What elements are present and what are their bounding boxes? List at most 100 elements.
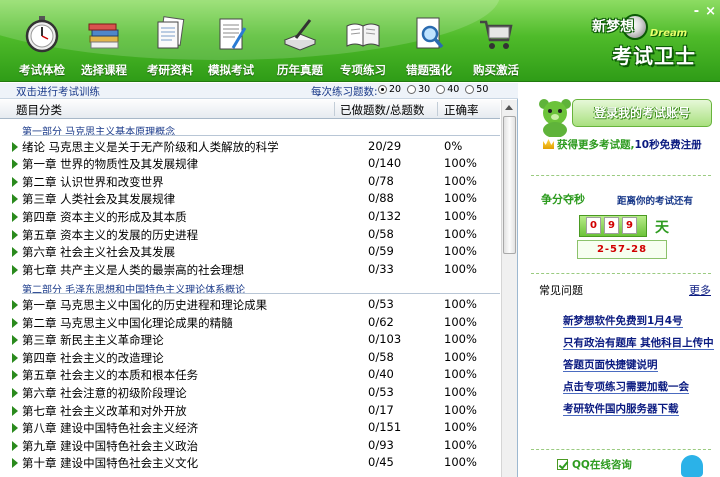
- toolbar-study-materials[interactable]: 考研资料: [137, 14, 203, 80]
- books-icon: [88, 23, 119, 49]
- column-header-category[interactable]: 题目分类: [16, 102, 62, 118]
- accuracy-rate: 100%: [444, 226, 477, 241]
- chapter-name: 第三章 人类社会及其发展规律: [22, 192, 176, 207]
- toolbar-label: 错题强化: [406, 63, 452, 77]
- column-header-progress[interactable]: 已做题数/总题数: [340, 102, 424, 118]
- play-arrow-icon: [12, 370, 18, 381]
- table-row[interactable]: 第九章 建设中国特色社会主义政治 0/93 100%: [0, 437, 500, 455]
- day-digit: 0: [586, 217, 601, 234]
- question-count-radios: 20 30 40 50: [378, 84, 488, 95]
- table-row[interactable]: 绪论 马克思主义是关于无产阶级和人类解放的科学 20/29 0%: [0, 138, 500, 156]
- play-arrow-icon: [12, 440, 18, 451]
- play-arrow-icon: [12, 387, 18, 398]
- category-panel: 双击进行考试训练 每次练习题数: 20 30 40 50 题目分类 已做题数/总…: [0, 83, 518, 477]
- qq-consult-link[interactable]: QQ在线咨询: [557, 457, 632, 472]
- count-radio-50[interactable]: 50: [465, 84, 488, 95]
- play-arrow-icon: [12, 176, 18, 187]
- radio-icon: [407, 85, 417, 94]
- accuracy-rate: 100%: [444, 208, 477, 223]
- app-logo: 新梦想 Dream 考试卫士: [582, 14, 700, 74]
- chapter-name: 第一章 马克思主义中国化的历史进程和理论成果: [22, 297, 268, 312]
- toolbar-select-course[interactable]: 选择课程: [71, 14, 137, 80]
- done-total-count: 0/140: [368, 156, 402, 171]
- divider: [531, 175, 711, 176]
- accuracy-rate: 100%: [444, 437, 477, 452]
- toolbar-past-papers[interactable]: 历年真题: [267, 14, 333, 80]
- table-row[interactable]: 第七章 社会主义改革和对外开放 0/17 100%: [0, 402, 500, 420]
- radio-icon: [465, 85, 475, 94]
- column-header-accuracy[interactable]: 正确率: [444, 102, 479, 118]
- table-row[interactable]: 第六章 社会注意的初级阶段理论 0/53 100%: [0, 384, 500, 402]
- table-row[interactable]: 第四章 资本主义的形成及其本质 0/132 100%: [0, 208, 500, 226]
- table-row[interactable]: 第十章 建设中国特色社会主义文化 0/45 100%: [0, 454, 500, 472]
- table-row[interactable]: 第二章 认识世界和改变世界 0/78 100%: [0, 173, 500, 191]
- faq-link[interactable]: 考研软件国内服务器下载: [563, 401, 719, 423]
- done-total-count: 0/62: [368, 314, 394, 329]
- table-row[interactable]: 第三章 新民主主义革命理论 0/103 100%: [0, 331, 500, 349]
- table-row[interactable]: 第一章 世界的物质性及其发展规律 0/140 100%: [0, 155, 500, 173]
- scrollbar-thumb[interactable]: [503, 116, 516, 254]
- play-arrow-icon: [12, 159, 18, 170]
- toolbar-mistakes-review[interactable]: 错题强化: [396, 14, 462, 80]
- table-header: 题目分类 已做题数/总题数 正确率: [0, 100, 500, 119]
- toolbar-buy-activate[interactable]: 购买激活: [463, 14, 529, 80]
- login-account-button[interactable]: 登录我的考试账号: [572, 99, 712, 127]
- done-total-count: 0/17: [368, 402, 394, 417]
- magnifier-paper-icon: [416, 17, 444, 49]
- scroll-up-arrow-icon[interactable]: [505, 105, 513, 110]
- done-total-count: 0/88: [368, 191, 394, 206]
- column-divider[interactable]: [334, 102, 335, 116]
- count-radio-40[interactable]: 40: [436, 84, 459, 95]
- accuracy-rate: 100%: [444, 349, 477, 364]
- faq-link[interactable]: 答题页面快捷键说明: [563, 357, 719, 379]
- table-row[interactable]: 第五章 社会主义的本质和根本任务 0/40 100%: [0, 366, 500, 384]
- radio-icon: [436, 85, 446, 94]
- penguin-icon: [681, 455, 703, 477]
- accuracy-rate: 100%: [444, 420, 477, 435]
- accuracy-rate: 100%: [444, 314, 477, 329]
- accuracy-rate: 100%: [444, 455, 477, 470]
- done-total-count: 0/33: [368, 261, 394, 276]
- table-row[interactable]: 第四章 社会主义的改造理论 0/58 100%: [0, 349, 500, 367]
- countdown-title: 争分夺秒: [541, 193, 585, 206]
- faq-link[interactable]: 新梦想软件免费到1月4号: [563, 313, 719, 335]
- count-radio-30[interactable]: 30: [407, 84, 430, 95]
- section-header: 第一部分 马克思主义基本原理概念: [0, 120, 500, 138]
- done-total-count: 0/40: [368, 367, 394, 382]
- table-row[interactable]: 第一章 马克思主义中国化的历史进程和理论成果 0/53 100%: [0, 296, 500, 314]
- toolbar-exam-checkup[interactable]: 考试体检: [9, 14, 75, 80]
- book-pen-icon: [283, 19, 317, 51]
- count-radio-20[interactable]: 20: [378, 84, 401, 95]
- done-total-count: 0/58: [368, 226, 394, 241]
- chapter-name: 第五章 资本主义的发展的历史进程: [22, 227, 199, 242]
- table-row[interactable]: 第二章 马克思主义中国化理论成果的精髓 0/62 100%: [0, 314, 500, 332]
- column-divider[interactable]: [437, 102, 438, 116]
- days-unit: 天: [655, 220, 669, 236]
- double-click-hint: 双击进行考试训练: [16, 86, 100, 98]
- table-row[interactable]: 第三章 人类社会及其发展规律 0/88 100%: [0, 190, 500, 208]
- section-divider: [22, 135, 500, 136]
- table-row[interactable]: 第七章 共产主义是人类的最崇高的社会理想 0/33 100%: [0, 261, 500, 279]
- accuracy-rate: 100%: [444, 384, 477, 399]
- table-row[interactable]: 第五章 资本主义的发展的历史进程 0/58 100%: [0, 226, 500, 244]
- toolbar-mock-exam[interactable]: 模拟考试: [198, 14, 264, 80]
- done-total-count: 20/29: [368, 138, 402, 153]
- faq-link[interactable]: 只有政治有题库 其他科目上传中: [563, 335, 719, 357]
- minimize-button[interactable]: -: [694, 5, 699, 18]
- faq-more-link[interactable]: 更多: [689, 282, 711, 298]
- logo-line1: 新梦想: [592, 19, 634, 35]
- accuracy-rate: 100%: [444, 367, 477, 382]
- play-arrow-icon: [12, 141, 18, 152]
- logo-line2: 考试卫士: [612, 44, 696, 68]
- list-scrollbar[interactable]: [501, 100, 517, 477]
- accuracy-rate: 100%: [444, 173, 477, 188]
- faq-link[interactable]: 点击专项练习需要加载一会: [563, 379, 719, 401]
- free-register-link[interactable]: 10秒免费注册: [635, 139, 702, 151]
- table-row[interactable]: 第八章 建设中国特色社会主义经济 0/151 100%: [0, 419, 500, 437]
- toolbar-topic-practice[interactable]: 专项练习: [330, 14, 396, 80]
- table-row[interactable]: 第六章 社会主义社会及其发展 0/59 100%: [0, 243, 500, 261]
- close-button[interactable]: ×: [705, 5, 716, 18]
- chapter-name: 第二章 马克思主义中国化理论成果的精髓: [22, 315, 233, 330]
- logo-badge: Dream: [650, 28, 688, 39]
- play-arrow-icon: [12, 211, 18, 222]
